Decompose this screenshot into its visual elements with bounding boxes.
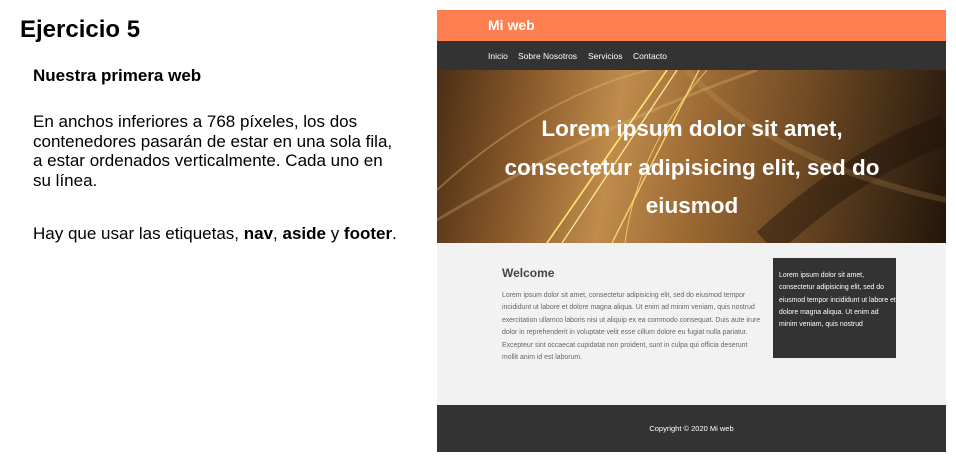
nav-link-inicio[interactable]: Inicio (488, 51, 508, 61)
exercise-paragraph-2: Hay que usar las etiquetas, nav, aside y… (33, 224, 405, 244)
nav-link-sobre-nosotros[interactable]: Sobre Nosotros (518, 51, 577, 61)
tag-footer: footer (343, 224, 393, 243)
exercise-subtitle: Nuestra primera web (33, 66, 202, 85)
hero-heading: Lorem ipsum dolor sit amet, consectetur … (504, 116, 880, 218)
site-brand[interactable]: Mi web (488, 17, 535, 33)
main-paragraph: Lorem ipsum dolor sit amet, consectetur … (502, 292, 761, 362)
main-heading: Welcome (502, 266, 555, 280)
site-header: Mi web (437, 10, 946, 41)
nav-link-contacto[interactable]: Contacto (633, 51, 667, 61)
exercise-paragraph-1: En anchos inferiores a 768 píxeles, los … (33, 112, 393, 190)
exercise-title: Ejercicio 5 (20, 16, 141, 43)
tag-nav: nav (243, 224, 274, 243)
aside-box: Lorem ipsum dolor sit amet, consectetur … (773, 258, 896, 358)
tag-aside: aside (282, 224, 326, 243)
hero-banner: Lorem ipsum dolor sit amet, consectetur … (437, 70, 946, 243)
paragraph-separator: y (325, 224, 344, 243)
nav-link-servicios[interactable]: Servicios (588, 51, 622, 61)
paragraph-intro: Hay que usar las etiquetas, (33, 224, 244, 243)
footer-copyright: Copyright © 2020 Mi web (649, 424, 734, 433)
aside-text: Lorem ipsum dolor sit amet, consectetur … (779, 272, 896, 329)
website-preview: Mi web Inicio Sobre Nosotros Servicios C… (437, 10, 946, 452)
paragraph-end: . (392, 224, 397, 243)
site-footer: Copyright © 2020 Mi web (437, 405, 946, 452)
site-nav: Inicio Sobre Nosotros Servicios Contacto (437, 41, 946, 70)
